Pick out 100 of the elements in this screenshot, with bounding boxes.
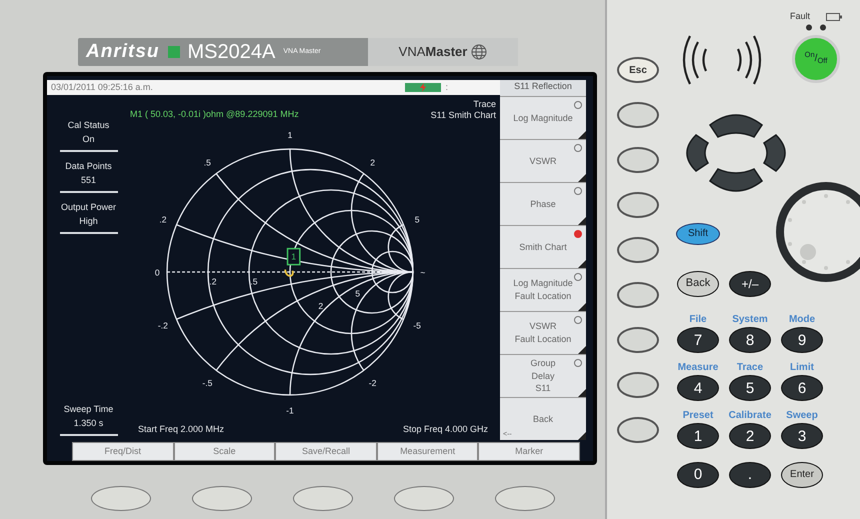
softkey-label: Fault Location [514,333,572,346]
axis-label: 2 [318,300,324,310]
triangle-icon [578,217,586,225]
menu-softkey[interactable]: Phase [500,182,586,225]
softkey-button[interactable] [617,192,659,218]
axis-label: -1 [286,404,294,415]
stop-frequency: Stop Freq 4.000 GHz [402,422,488,436]
triangle-icon [578,260,586,268]
key-function-label: Measure [678,361,718,375]
info-label: Output Power [60,201,118,214]
axis-label: -5 [413,320,421,330]
axis-label: 5 [355,288,360,298]
number-key[interactable]: 0 [677,462,719,488]
info-label: Sweep Time [62,403,114,416]
number-key[interactable]: 5 [729,375,771,401]
axis-label: 1 [288,129,292,140]
number-key[interactable]: 9 [781,327,823,353]
battery-icon [826,12,842,21]
menu-softkey[interactable]: Group Delay S11 [500,354,586,397]
info-label: Data Points [64,160,113,173]
triangle-icon [578,346,586,354]
number-key[interactable]: 6 [781,375,823,401]
softkey-label: Delay [531,370,554,382]
key-function-label: Mode [788,313,816,327]
triangle-icon [578,131,586,139]
function-tab[interactable]: Scale [174,442,276,461]
axis-label: 5 [414,214,420,224]
shift-key[interactable]: Shift [676,222,720,244]
softkey-label: Group [530,357,556,370]
hardware-button[interactable] [292,486,352,511]
function-tab[interactable]: Measurement [376,442,478,461]
info-label: Cal Status [66,119,110,132]
separator-text: : [445,80,448,94]
enter-key[interactable]: Enter [781,462,823,488]
square-icon [168,46,180,58]
menu-softkey[interactable]: Smith Chart [500,225,586,268]
number-key[interactable]: 1 [677,423,719,449]
key-function-label: File [689,313,707,327]
softkey-button[interactable] [617,237,659,263]
key-function-label: Calibrate [728,409,772,423]
axis-label: 2 [370,157,376,168]
axis-label: -.2 [158,320,168,330]
key-function-label: Trace [736,361,764,375]
triangle-icon [578,389,586,397]
trace-line [284,268,294,276]
softkey-button[interactable] [617,282,659,308]
function-tab[interactable]: Freq/Dist [72,442,174,461]
number-key[interactable]: 7 [677,327,719,353]
menu-softkey[interactable]: Log Magnitude [500,96,586,139]
number-key[interactable]: 2 [729,423,771,449]
key-function-label: Sweep [786,409,818,423]
hardware-button[interactable] [394,486,454,511]
fault-label: Fault [790,10,810,23]
softkey-button[interactable] [617,327,659,353]
axis-label: .5 [250,276,258,286]
menu-softkey[interactable]: Log Magnitude Fault Location [500,268,586,311]
softkey-button[interactable] [617,372,659,398]
number-key[interactable]: . [729,462,771,488]
softkey-label: Log Magnitude [513,112,573,124]
softkey-label: Fault Location [514,290,572,303]
hardware-button[interactable] [192,486,252,511]
trace-name: S11 Smith Chart [430,110,496,122]
function-tab[interactable]: Save/Recall [275,442,377,461]
number-key[interactable]: 3 [781,423,823,449]
model-name: MS2024A [188,40,276,65]
power-button[interactable]: $^{On}$/$_{Off}$ [792,34,840,82]
menu-softkey[interactable]: VSWR [500,139,586,182]
brand-logo: Anritsu [86,40,160,64]
globe-icon [471,44,488,60]
triangle-icon [578,303,586,311]
softkey-button[interactable] [617,417,659,443]
axis-label: .2 [159,214,166,224]
number-key[interactable]: 8 [729,327,771,353]
softkey-label: VSWR [530,154,556,168]
menu-softkey[interactable]: VSWR Fault Location [500,311,586,354]
trace-label: Trace [472,99,496,110]
axis-label: ~ [420,267,426,278]
number-key[interactable]: 4 [677,375,719,401]
softkey-button[interactable] [617,102,659,128]
escape-button[interactable]: Esc [617,57,659,83]
softkey-label: Phase [530,198,556,210]
product-logo: VNAMaster [398,43,468,62]
start-frequency: Start Freq 2.000 MHz [138,422,224,436]
triangle-icon [578,174,586,182]
softkey-label: VSWR [530,320,556,333]
hardware-button[interactable] [90,486,150,511]
key-function-label: Limit [790,361,814,375]
softkey-button[interactable] [617,147,659,173]
softkey-label: Log Magnitude [513,277,573,290]
marker-label: 1 [286,247,301,265]
axis-label: -2 [368,377,376,388]
function-tab[interactable]: Marker [478,442,580,461]
axis-label: .2 [209,276,217,286]
key-function-label: Preset [682,409,714,423]
softkey-label: Back [532,412,553,426]
hardware-button[interactable] [494,486,554,511]
axis-label: -.5 [202,377,212,388]
back-key[interactable]: Back [677,270,719,296]
sign-key[interactable]: +/– [729,270,771,296]
softkey-label: S11 [535,382,551,395]
